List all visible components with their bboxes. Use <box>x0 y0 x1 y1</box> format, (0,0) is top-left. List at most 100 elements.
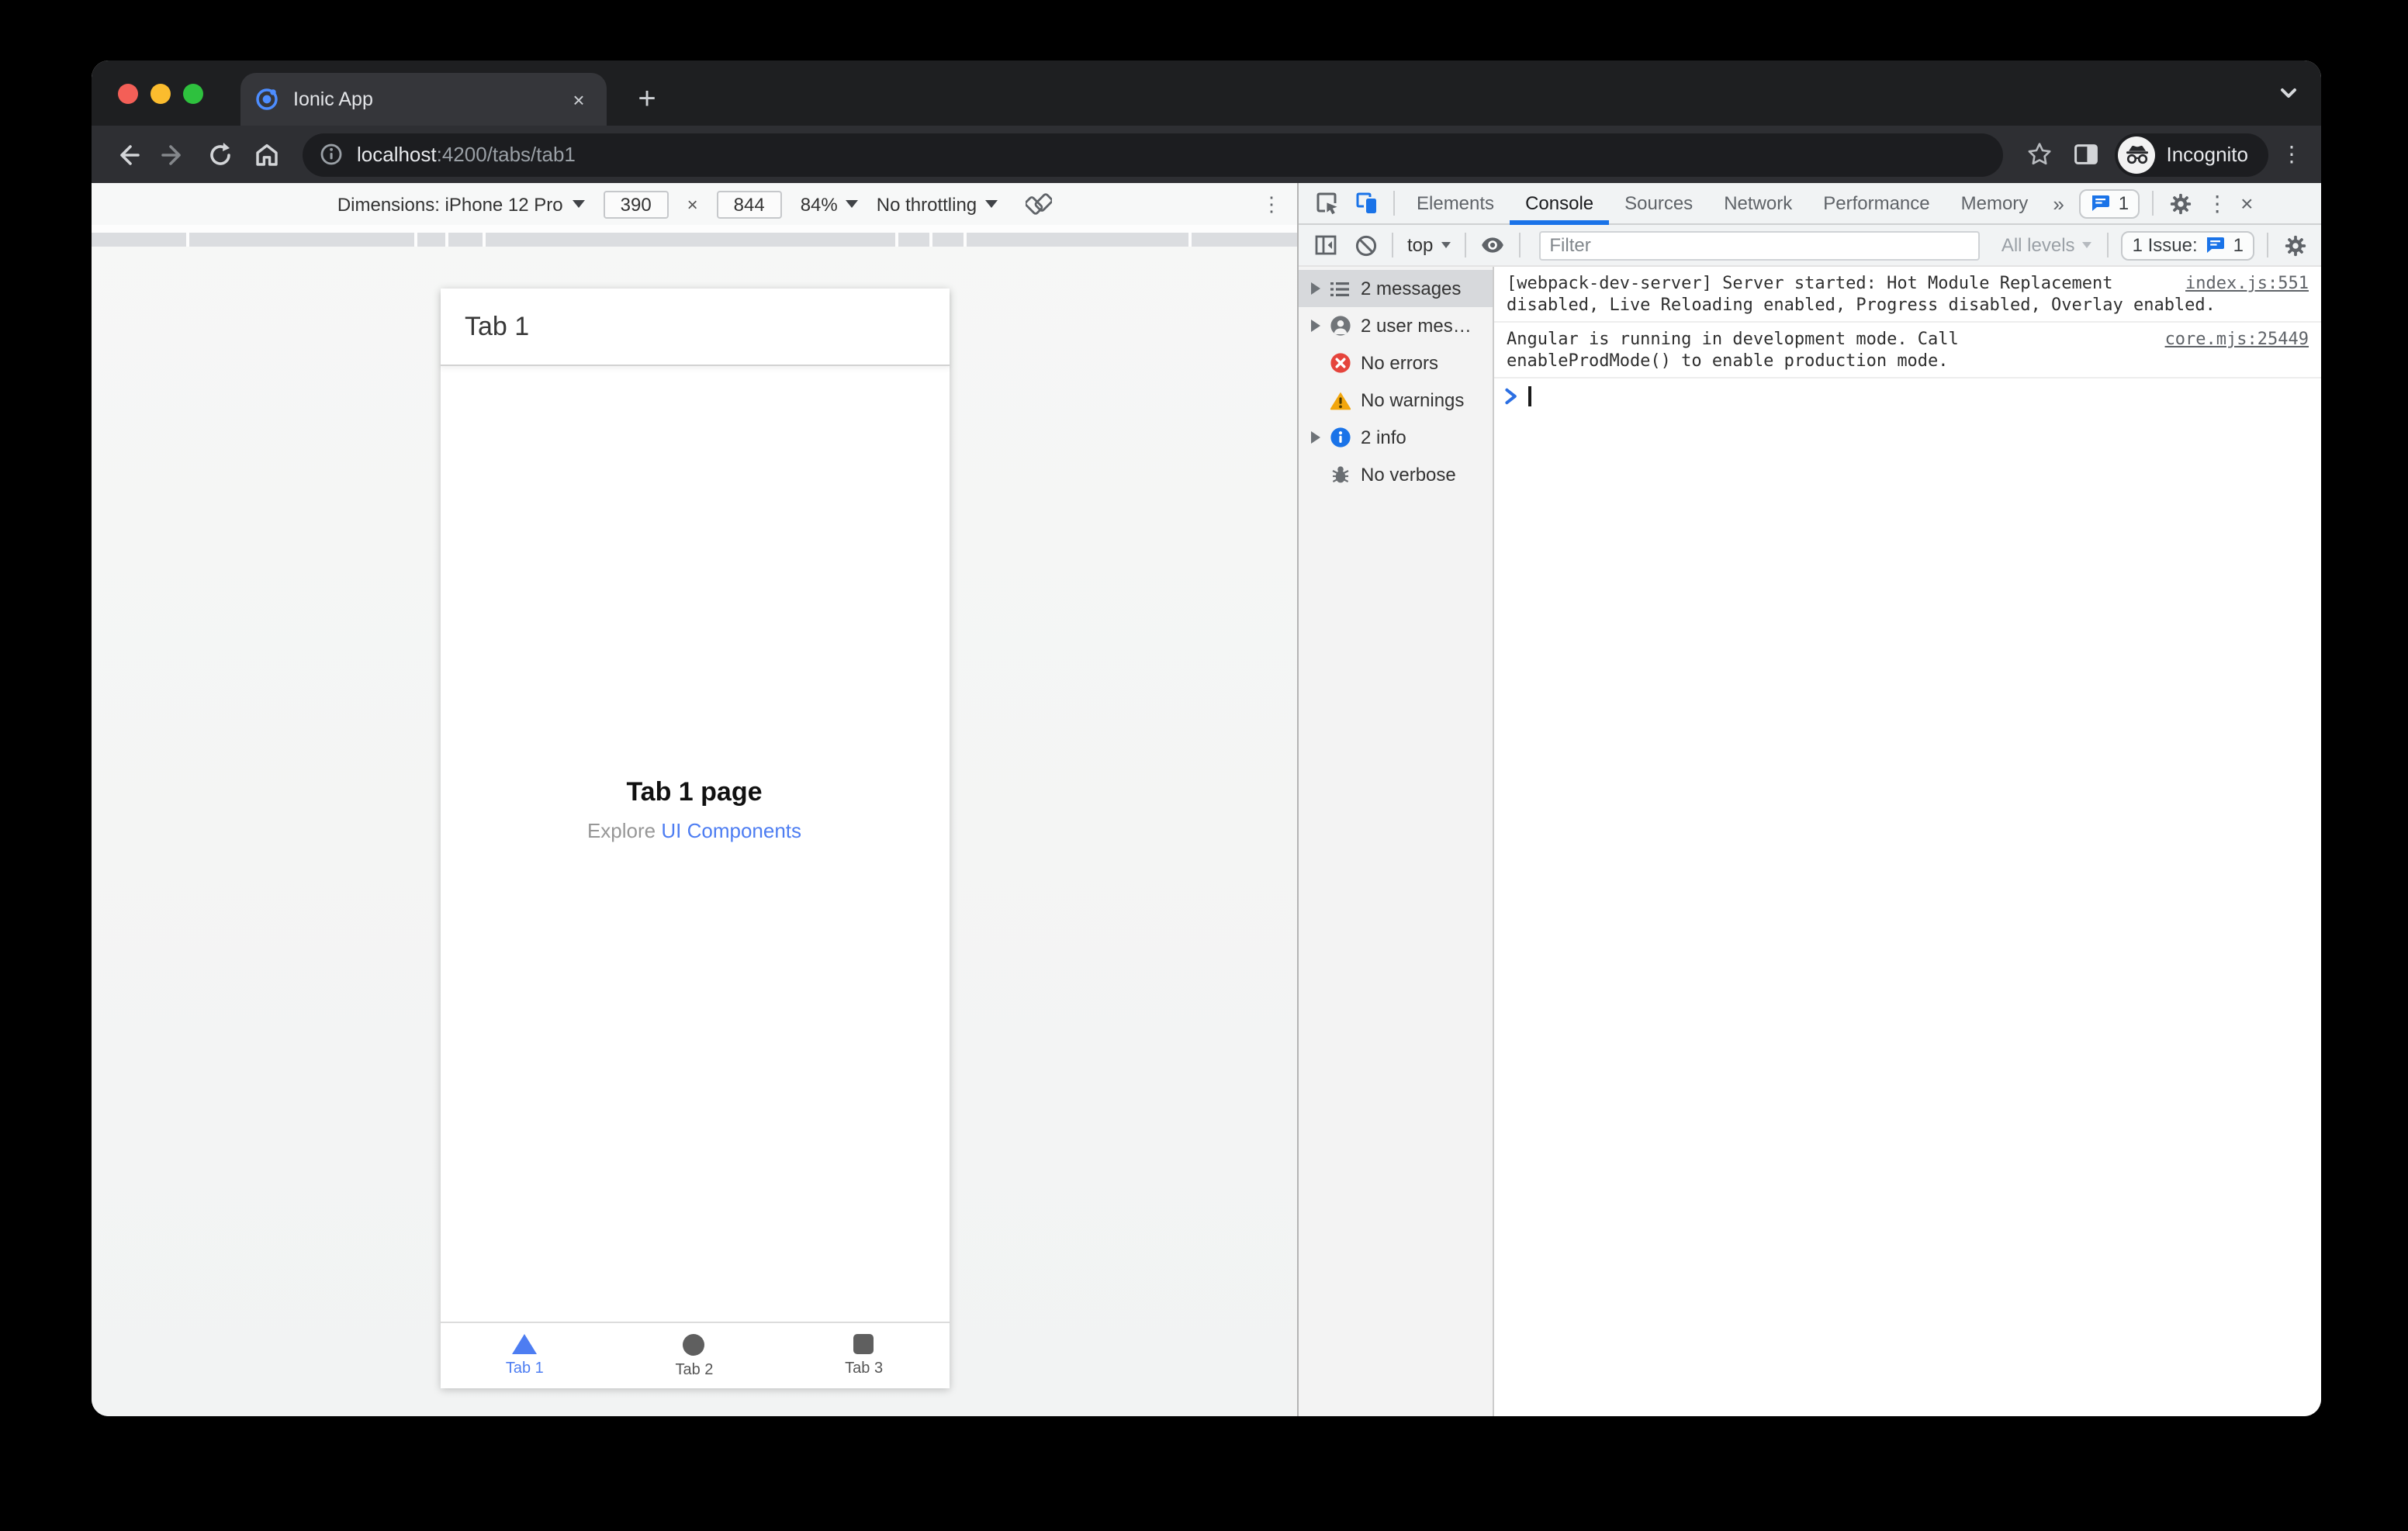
tab-strip: Ionic App × + <box>92 60 2321 126</box>
screen: Ionic App × + localhost:4200/tabs/tab1 … <box>0 0 2408 1531</box>
expander-icon[interactable] <box>1306 431 1325 444</box>
bug-icon <box>1328 463 1351 486</box>
app-tab-label: Tab 2 <box>675 1361 714 1378</box>
devtools-settings-icon[interactable] <box>2160 183 2200 223</box>
warning-icon <box>1328 389 1351 412</box>
tab-close-icon[interactable]: × <box>565 85 593 113</box>
side-panel-icon[interactable] <box>2065 134 2105 175</box>
rotate-device-icon[interactable] <box>1025 191 1052 217</box>
window-controls <box>118 60 203 126</box>
log-levels-select[interactable]: All levels <box>1992 234 2102 256</box>
source-link[interactable]: core.mjs:25449 <box>2165 329 2309 350</box>
device-throttling-label: No throttling <box>876 193 977 215</box>
dropdown-arrow-icon <box>572 200 585 208</box>
reload-icon[interactable] <box>200 134 240 175</box>
bookmark-star-icon[interactable] <box>2019 134 2059 175</box>
url-bar[interactable]: localhost:4200/tabs/tab1 <box>303 133 2004 176</box>
sidebar-item-verbose[interactable]: No verbose <box>1299 456 1493 493</box>
browser-menu-icon[interactable]: ⋮ <box>2275 141 2309 168</box>
issue-bubble-icon <box>2092 195 2110 211</box>
circle-icon <box>683 1333 705 1355</box>
toggle-device-toolbar-icon[interactable] <box>1347 183 1387 223</box>
device-toolbar-menu-icon[interactable]: ⋮ <box>1261 192 1282 216</box>
more-tabs-icon[interactable]: » <box>2043 192 2073 215</box>
dropdown-arrow-icon <box>1441 242 1451 248</box>
tab-search-chevron-icon[interactable] <box>2278 82 2299 104</box>
log-levels-value: All levels <box>2001 234 2075 256</box>
expander-icon[interactable] <box>1306 282 1325 295</box>
app-header: Tab 1 <box>440 289 949 366</box>
back-icon[interactable] <box>107 134 147 175</box>
sidebar-item-messages[interactable]: 2 messages <box>1299 270 1493 307</box>
live-expression-eye-icon[interactable] <box>1472 225 1512 265</box>
close-window-button[interactable] <box>118 83 138 103</box>
issue-bubble-icon <box>2207 237 2225 253</box>
device-stage: Tab 1 Tab 1 page Explore UI Components T <box>92 247 1297 1416</box>
issues-button[interactable]: 1 Issue: 1 <box>2121 230 2254 260</box>
info-icon <box>1328 426 1351 449</box>
site-info-icon[interactable] <box>320 143 343 166</box>
devtools-tab-memory[interactable]: Memory <box>1946 182 2044 224</box>
console-filter-input[interactable] <box>1538 230 1980 260</box>
forward-icon[interactable] <box>154 134 194 175</box>
issues-counter-button[interactable]: 1 <box>2079 188 2140 218</box>
device-zoom-select[interactable]: 84% <box>801 193 858 215</box>
console-prompt[interactable] <box>1494 378 2321 414</box>
console-context-select[interactable]: top <box>1399 234 1458 256</box>
tab-title: Ionic App <box>293 88 373 110</box>
sidebar-item-errors[interactable]: No errors <box>1299 344 1493 382</box>
console-message: core.mjs:25449 Angular is running in deve… <box>1494 323 2321 378</box>
devtools-close-icon[interactable]: × <box>2234 191 2259 216</box>
devtools-tab-elements[interactable]: Elements <box>1401 182 1510 224</box>
inspect-element-icon[interactable] <box>1306 183 1347 223</box>
sidebar-item-warnings[interactable]: No warnings <box>1299 382 1493 419</box>
device-height-input[interactable] <box>716 190 782 218</box>
dropdown-arrow-icon <box>984 200 998 208</box>
console-message-text: Angular is running in development mode. … <box>1507 329 1959 370</box>
devtools-tab-sources[interactable]: Sources <box>1609 182 1708 224</box>
source-link[interactable]: index.js:551 <box>2185 273 2309 294</box>
text-cursor <box>1528 386 1531 406</box>
incognito-profile-badge[interactable]: Incognito <box>2115 133 2268 176</box>
device-dimensions-label: Dimensions: iPhone 12 Pro <box>337 193 563 215</box>
url-path: :4200/tabs/tab1 <box>436 143 576 166</box>
ui-components-link[interactable]: UI Components <box>661 819 801 842</box>
device-emulation-panel: Dimensions: iPhone 12 Pro × 84% No throt… <box>92 183 1297 1416</box>
sidebar-item-info[interactable]: 2 info <box>1299 419 1493 456</box>
console-context-value: top <box>1407 234 1434 256</box>
sidebar-item-user-messages[interactable]: 2 user mes… <box>1299 307 1493 344</box>
media-query-ruler <box>92 225 1297 247</box>
app-tab-1[interactable]: Tab 1 <box>440 1323 610 1388</box>
devtools-tab-console[interactable]: Console <box>1510 182 1610 224</box>
app-tab-3[interactable]: Tab 3 <box>779 1323 949 1388</box>
console-sidebar: 2 messages 2 user mes… No errors No warn… <box>1299 267 1494 1416</box>
incognito-label: Incognito <box>2166 143 2248 166</box>
device-dimensions-select[interactable]: Dimensions: iPhone 12 Pro <box>337 193 585 215</box>
prompt-chevron-icon <box>1505 388 1517 405</box>
devtools-tab-network[interactable]: Network <box>1708 182 1808 224</box>
console-sidebar-toggle-icon[interactable] <box>1305 225 1345 265</box>
device-width-input[interactable] <box>603 190 669 218</box>
ionic-favicon <box>254 87 279 112</box>
console-toolbar: top All levels <box>1299 225 2321 267</box>
minimize-window-button[interactable] <box>150 83 171 103</box>
devtools-panel: Elements Console Sources Network Perform… <box>1297 183 2321 1416</box>
app-tab-bar: Tab 1 Tab 2 Tab 3 <box>440 1322 949 1388</box>
emulated-device-frame: Tab 1 Tab 1 page Explore UI Components T <box>440 289 949 1388</box>
device-throttling-select[interactable]: No throttling <box>876 193 998 215</box>
issues-button-label: 1 Issue: <box>2132 234 2198 256</box>
maximize-window-button[interactable] <box>183 83 203 103</box>
dropdown-arrow-icon <box>845 200 858 208</box>
new-tab-button[interactable]: + <box>627 79 667 119</box>
error-icon <box>1328 351 1351 375</box>
app-tab-2[interactable]: Tab 2 <box>610 1323 780 1388</box>
console-settings-icon[interactable] <box>2275 225 2315 265</box>
console-log: index.js:551 [webpack-dev-server] Server … <box>1494 267 2321 1416</box>
devtools-menu-icon[interactable]: ⋮ <box>2200 190 2234 216</box>
app-tab-label: Tab 3 <box>845 1360 884 1377</box>
devtools-tab-performance[interactable]: Performance <box>1808 182 1945 224</box>
clear-console-icon[interactable] <box>1345 225 1386 265</box>
browser-tab-ionic-app[interactable]: Ionic App × <box>240 73 607 126</box>
home-icon[interactable] <box>247 134 287 175</box>
expander-icon[interactable] <box>1306 320 1325 332</box>
